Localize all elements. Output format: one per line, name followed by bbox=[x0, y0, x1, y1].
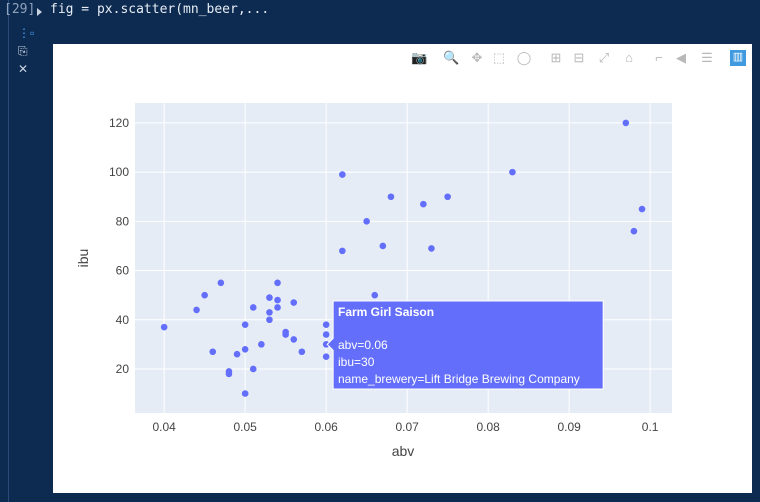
scatter-point bbox=[233, 350, 241, 358]
scatter-point bbox=[266, 316, 273, 324]
scatter-point bbox=[274, 304, 281, 311]
scatter-point bbox=[387, 193, 395, 201]
scatter-point bbox=[322, 353, 330, 360]
y-tick-label: 120 bbox=[109, 116, 129, 130]
zoom-out-icon[interactable]: ⊟ bbox=[571, 50, 587, 66]
scatter-point bbox=[290, 336, 298, 343]
scatter-point bbox=[274, 279, 281, 287]
x-tick-label: 0.07 bbox=[395, 420, 419, 434]
scatter-point bbox=[420, 200, 427, 208]
scatter-point bbox=[217, 279, 225, 287]
scatter-point bbox=[622, 119, 630, 127]
scatter-point bbox=[193, 306, 200, 314]
x-axis-title: abv bbox=[392, 443, 415, 459]
scatter-point bbox=[274, 296, 281, 304]
x-tick-label: 0.05 bbox=[233, 420, 257, 434]
scatter-point bbox=[630, 227, 638, 235]
y-axis-title: ibu bbox=[75, 249, 91, 268]
x-tick-label: 0.04 bbox=[152, 420, 176, 434]
hover-tooltip: Farm Girl Saison abv=0.06 ibu=30 name_br… bbox=[326, 300, 604, 390]
scatter-point bbox=[322, 321, 330, 328]
x-tick-label: 0.1 bbox=[642, 420, 659, 434]
x-tick-label: 0.06 bbox=[314, 420, 338, 434]
autoscale-icon[interactable]: ⤢ bbox=[596, 50, 612, 66]
hover-compare-icon[interactable]: ☰ bbox=[699, 50, 715, 66]
scatter-point bbox=[249, 365, 257, 373]
scatter-point bbox=[339, 247, 346, 255]
plotly-logo-icon[interactable]: ▥ bbox=[730, 50, 746, 66]
scatter-chart[interactable]: 0.04 0.05 0.06 0.07 0.08 0.09 0.1 20 40 60 80 100 12… bbox=[53, 44, 752, 493]
lasso-icon[interactable]: ◯ bbox=[516, 50, 532, 66]
output-layout-icon[interactable]: ⋮▫ bbox=[18, 26, 34, 40]
scatter-point bbox=[298, 348, 306, 356]
execution-count: [29] bbox=[4, 2, 36, 17]
clear-output-icon[interactable]: ✕ bbox=[18, 62, 28, 76]
scatter-point bbox=[444, 193, 451, 201]
scatter-point bbox=[428, 245, 435, 252]
hover-closest-icon[interactable]: ◀ bbox=[673, 50, 689, 66]
tooltip-brewery: name_brewery=Lift Bridge Brewing Company bbox=[338, 372, 580, 386]
scatter-point bbox=[282, 331, 289, 338]
zoom-in-icon[interactable]: ⊞ bbox=[548, 50, 564, 66]
scatter-point bbox=[201, 291, 208, 299]
spike-lines-icon[interactable]: ⌐ bbox=[651, 50, 667, 66]
scatter-point bbox=[266, 309, 273, 316]
scatter-point bbox=[241, 321, 249, 328]
scatter-point bbox=[379, 242, 387, 250]
y-tick-label: 100 bbox=[109, 165, 129, 179]
scatter-point bbox=[371, 291, 379, 299]
scatter-point bbox=[363, 218, 370, 225]
copy-output-icon[interactable]: ⎘ bbox=[18, 44, 28, 59]
tooltip-ibu: ibu=30 bbox=[338, 355, 375, 369]
camera-icon[interactable]: 📷 bbox=[411, 50, 427, 66]
scatter-point bbox=[241, 345, 249, 353]
box-select-icon[interactable]: ⬚ bbox=[491, 50, 507, 66]
y-tick-label: 40 bbox=[116, 313, 130, 327]
zoom-icon[interactable]: 🔍 bbox=[443, 50, 459, 66]
scatter-point bbox=[339, 171, 346, 178]
scatter-point bbox=[322, 331, 330, 338]
x-tick-label: 0.08 bbox=[476, 420, 500, 434]
y-tick-label: 80 bbox=[116, 214, 130, 228]
scatter-point bbox=[209, 348, 217, 356]
scatter-point bbox=[266, 294, 273, 301]
scatter-point bbox=[509, 168, 516, 176]
tooltip-title: Farm Girl Saison bbox=[338, 305, 434, 319]
pan-icon[interactable]: ✥ bbox=[469, 50, 485, 66]
x-tick-label: 0.09 bbox=[557, 420, 581, 434]
cell-gutter bbox=[8, 0, 9, 502]
scatter-point bbox=[249, 304, 257, 311]
scatter-point bbox=[225, 370, 233, 378]
collapse-arrow-icon[interactable] bbox=[37, 8, 42, 16]
scatter-point bbox=[241, 390, 249, 397]
tooltip-abv: abv=0.06 bbox=[338, 338, 388, 352]
y-tick-label: 60 bbox=[116, 264, 130, 278]
reset-axes-icon[interactable]: ⌂ bbox=[621, 50, 637, 66]
plotly-figure: 📷 🔍 ✥ ⬚ ◯ ⊞ ⊟ ⤢ ⌂ ⌐ ◀ ☰ ▥ 0.04 0.05 0.06 0.07 0.08 0.09 0.… bbox=[53, 44, 752, 493]
scatter-point bbox=[160, 323, 168, 331]
scatter-point bbox=[290, 299, 298, 306]
y-tick-label: 20 bbox=[116, 362, 130, 376]
scatter-point bbox=[638, 205, 646, 213]
scatter-point bbox=[258, 341, 265, 348]
cell-code[interactable]: fig = px.scatter(mn_beer,... bbox=[50, 2, 269, 17]
